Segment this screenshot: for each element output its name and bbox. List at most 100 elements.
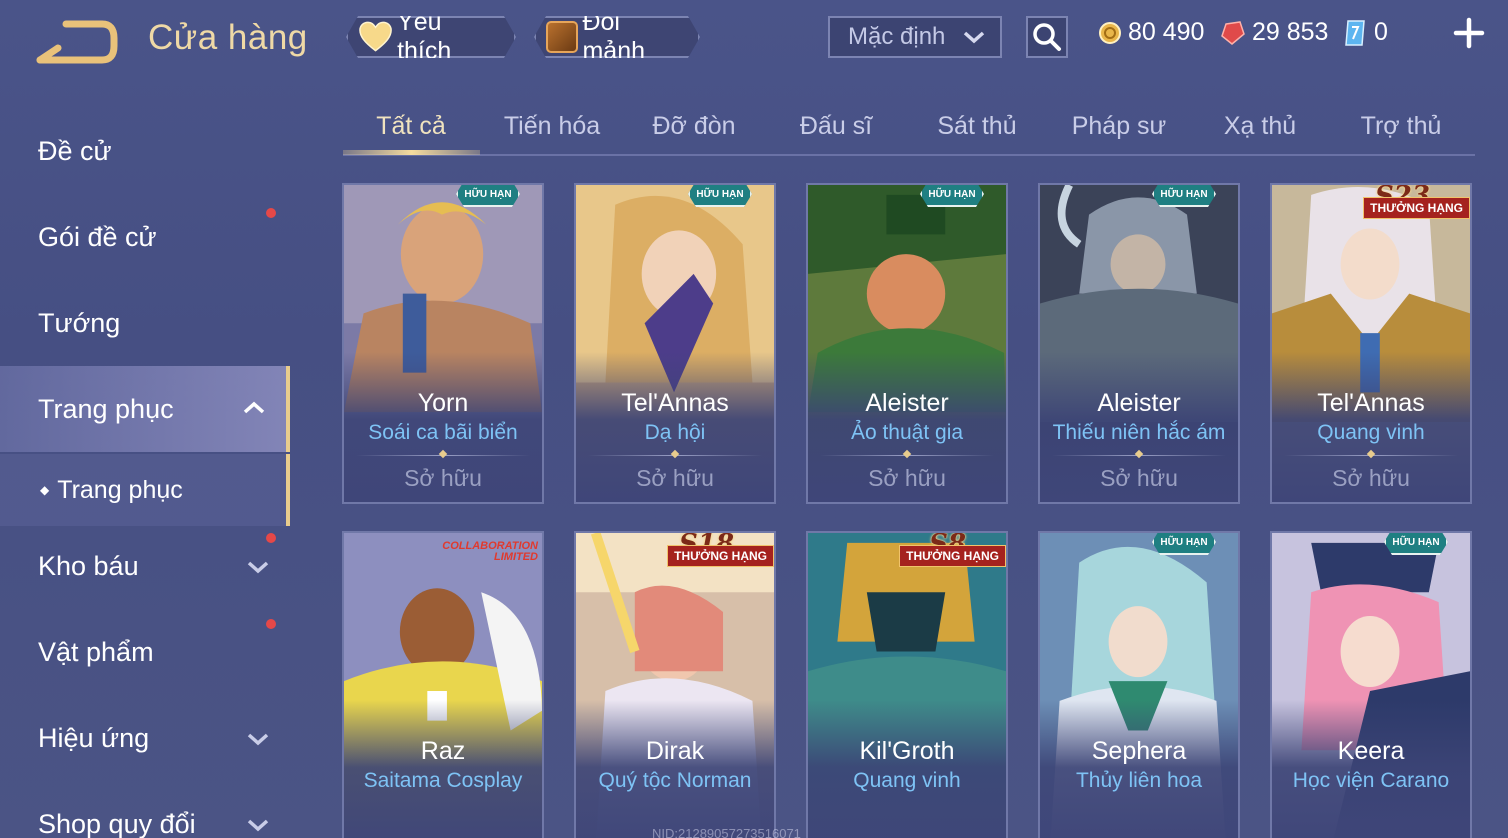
exchange-shard-label: Đổi mảnh	[582, 8, 646, 65]
ranked-badge: THƯỞNG HẠNG	[899, 545, 1006, 567]
page-title: Cửa hàng	[148, 18, 308, 57]
search-icon	[1033, 23, 1061, 51]
sidebar-item-label: Tướng	[38, 307, 121, 338]
sidebar-item-label: Kho báu	[38, 550, 139, 581]
sidebar-item-items[interactable]: Vật phẩm	[0, 609, 290, 695]
owned-status: Sở hữu	[1332, 465, 1410, 491]
sidebar: Đề cử Gói đề cử Tướng Trang phục ◆ Trang…	[0, 90, 290, 838]
skin-card[interactable]: S18 THƯỞNG HẠNG Dirak Quý tộc Norman	[574, 531, 776, 838]
chevron-down-icon	[247, 561, 269, 574]
limited-badge-label: HỮU HẠN	[696, 189, 744, 200]
sidebar-item-exchange-shop[interactable]: Shop quy đổi	[0, 781, 290, 838]
limited-badge: HỮU HẠN	[1152, 531, 1216, 555]
tab-marksman[interactable]: Xạ thủ	[1224, 112, 1296, 141]
limited-badge: HỮU HẠN	[1384, 531, 1448, 555]
hero-name: Keera	[1337, 737, 1405, 765]
skin-name: Saitama Cosplay	[363, 769, 523, 792]
limited-badge-label: HỮU HẠN	[1392, 537, 1440, 548]
voucher-amount: 0	[1374, 18, 1388, 46]
skin-name: Thiếu niên hắc ám	[1052, 421, 1226, 444]
chevron-down-icon	[963, 31, 985, 44]
tab-evolution[interactable]: Tiến hóa	[504, 112, 600, 141]
owned-status: Sở hữu	[1100, 465, 1178, 491]
tab-mage[interactable]: Pháp sư	[1072, 112, 1167, 141]
skin-card[interactable]: HỮU HẠN Aleister Thiếu niên hắc ám Sở hữ…	[1038, 183, 1240, 504]
favorites-label: Yêu thích	[397, 8, 452, 65]
heart-icon	[358, 21, 393, 53]
tab-all[interactable]: Tất cả	[376, 112, 445, 141]
notification-dot	[266, 208, 276, 218]
sidebar-item-label: Hiệu ứng	[38, 722, 150, 753]
skin-name: Học viện Carano	[1292, 769, 1450, 792]
skin-card[interactable]: S23 THƯỞNG HẠNG Tel'Annas Quang vinh Sở …	[1270, 183, 1472, 504]
skin-name: Quang vinh	[1317, 421, 1425, 444]
limited-badge: HỮU HẠN	[456, 183, 520, 207]
sidebar-item-label: Gói đề cử	[38, 221, 157, 252]
skin-card[interactable]: HỮU HẠN Aleister Ảo thuật gia Sở hữu	[806, 183, 1008, 504]
sidebar-subitem-skins[interactable]: ◆ Trang phục	[0, 454, 290, 526]
ruby-icon	[1221, 20, 1245, 45]
skin-card[interactable]: COLLABORATION LIMITED Raz Saitama Cospla…	[342, 531, 544, 838]
tab-tank[interactable]: Đỡ đòn	[652, 112, 735, 141]
ranked-badge: THƯỞNG HẠNG	[1363, 197, 1470, 219]
card-divider	[1052, 455, 1226, 456]
skin-card[interactable]: HỮU HẠN Yorn Soái ca bãi biển Sở hữu	[342, 183, 544, 504]
sidebar-item-recommended-bundles[interactable]: Gói đề cử	[0, 194, 290, 280]
exchange-shard-button[interactable]: Đổi mảnh	[534, 16, 700, 58]
tab-support[interactable]: Trợ thủ	[1361, 112, 1442, 141]
skin-name: Thủy liên hoa	[1075, 769, 1203, 792]
sidebar-item-label: Đề cử	[38, 135, 112, 166]
limited-badge: HỮU HẠN	[688, 183, 752, 207]
skin-name: Dạ hội	[644, 421, 706, 444]
favorites-button[interactable]: Yêu thích	[346, 16, 516, 58]
skin-name: Quý tộc Norman	[598, 769, 752, 792]
sort-value: Mặc định	[848, 23, 946, 50]
back-arrow-icon[interactable]	[36, 20, 118, 64]
sidebar-item-skins[interactable]: Trang phục	[0, 366, 290, 452]
card-divider	[356, 455, 530, 456]
chevron-down-icon	[247, 819, 269, 832]
ruby-currency: 29 853	[1220, 18, 1328, 47]
limited-badge: HỮU HẠN	[1152, 183, 1216, 207]
sidebar-item-label: Shop quy đổi	[38, 808, 196, 838]
notification-dot	[266, 619, 276, 629]
sidebar-item-heroes[interactable]: Tướng	[0, 280, 290, 366]
sidebar-item-effects[interactable]: Hiệu ứng	[0, 695, 290, 781]
category-tabs: Tất cả Tiến hóa Đỡ đòn Đấu sĩ Sát thủ Ph…	[343, 100, 1475, 156]
limited-badge: HỮU HẠN	[920, 183, 984, 207]
tab-assassin[interactable]: Sát thủ	[937, 112, 1016, 141]
sidebar-item-recommended[interactable]: Đề cử	[0, 108, 290, 194]
skin-card[interactable]: HỮU HẠN Tel'Annas Dạ hội Sở hữu	[574, 183, 776, 504]
hero-name: Yorn	[417, 389, 469, 417]
hero-name: Aleister	[1097, 389, 1181, 417]
gold-amount: 80 490	[1128, 18, 1205, 46]
limited-badge-label: HỮU HẠN	[928, 189, 976, 200]
player-id-watermark: NID:21289057273516071	[652, 826, 801, 838]
gold-currency: 80 490	[1098, 18, 1204, 47]
sort-dropdown[interactable]: Mặc định	[828, 16, 1002, 58]
notification-dot	[266, 533, 276, 543]
search-button[interactable]	[1026, 16, 1068, 58]
skin-name: Ảo thuật gia	[850, 421, 964, 444]
skin-card[interactable]: HỮU HẠN Sephera Thủy liên hoa	[1038, 531, 1240, 838]
tab-fighter[interactable]: Đấu sĩ	[800, 112, 872, 141]
treasure-chest-icon	[546, 21, 578, 53]
limited-badge-label: HỮU HẠN	[464, 189, 512, 200]
top-bar: Cửa hàng Yêu thích Đổi mảnh Mặc định 80 …	[0, 0, 1508, 80]
skin-card[interactable]: HỮU HẠN Keera Học viện Carano	[1270, 531, 1472, 838]
voucher-currency: 0	[1342, 18, 1388, 47]
limited-badge-label: HỮU HẠN	[1160, 189, 1208, 200]
ruby-amount: 29 853	[1252, 18, 1329, 46]
skin-card[interactable]: S8 THƯỞNG HẠNG Kil'Groth Quang vinh	[806, 531, 1008, 838]
hero-name: Sephera	[1091, 737, 1187, 765]
card-divider	[588, 455, 762, 456]
chevron-up-icon	[243, 401, 265, 414]
owned-status: Sở hữu	[868, 465, 946, 491]
sidebar-item-label: Vật phẩm	[38, 636, 154, 667]
plus-icon[interactable]	[1452, 16, 1486, 50]
sidebar-item-treasure[interactable]: Kho báu	[0, 523, 290, 609]
hero-name: Dirak	[645, 737, 705, 765]
limited-label: LIMITED	[494, 551, 538, 563]
sidebar-item-label: Trang phục	[38, 393, 174, 424]
hero-name: Raz	[420, 737, 466, 765]
